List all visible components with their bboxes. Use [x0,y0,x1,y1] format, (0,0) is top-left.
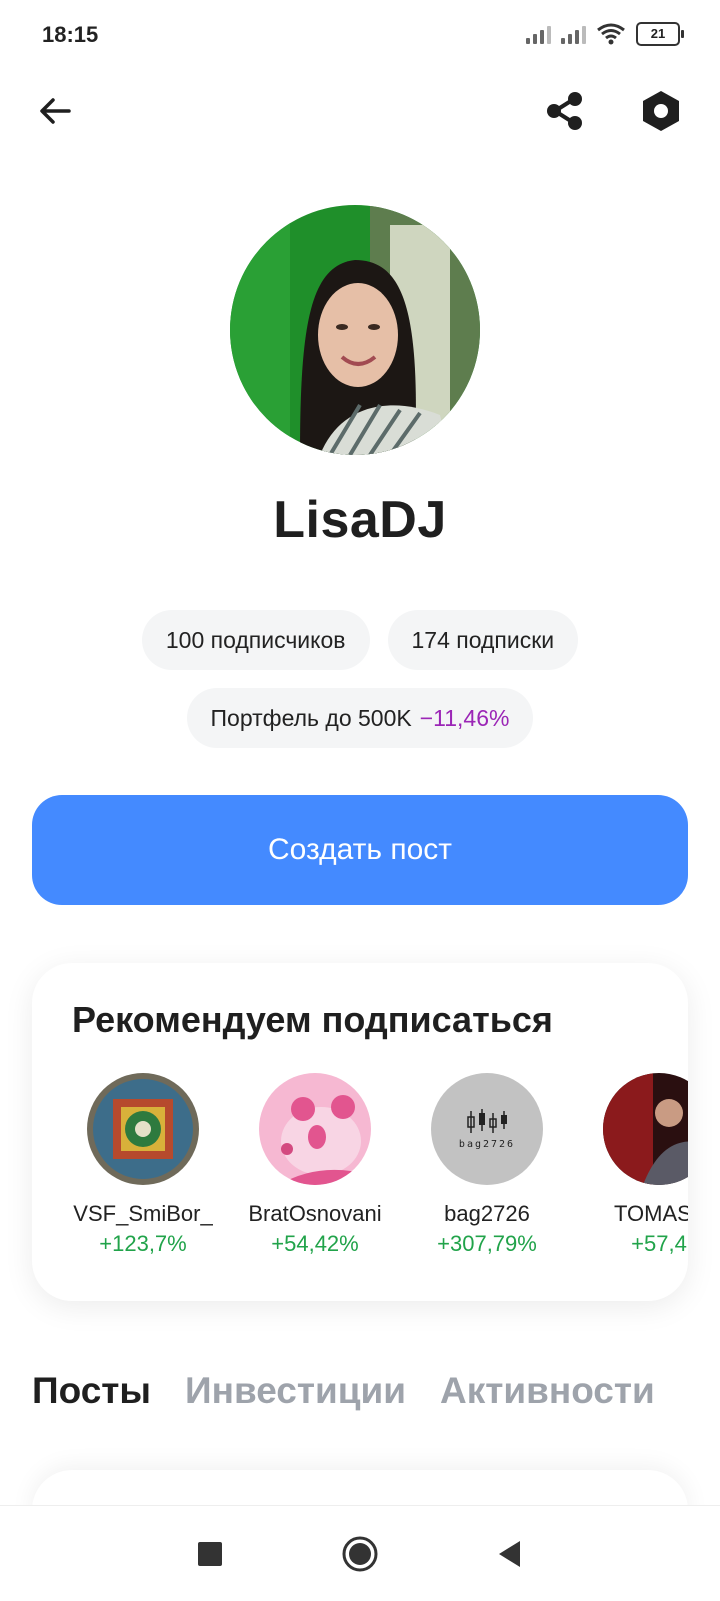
share-icon [547,92,582,130]
mandala-avatar [87,1073,199,1185]
recommend-avatar: bag2726 [431,1073,543,1185]
settings-button[interactable] [636,86,686,136]
tab-posts[interactable]: Посты [32,1370,151,1412]
portfolio-label: Портфель до 500K [210,704,412,731]
recommend-avatar [603,1073,688,1185]
status-time: 18:15 [42,22,99,47]
recommend-title: Рекомендуем подписаться [72,999,553,1040]
portfolio-chip[interactable]: Портфель до 500K −11,46% [186,688,534,748]
system-nav-bar [0,1505,720,1601]
profile-tabs: Посты Инвестиции Активности [32,1370,655,1412]
recommend-item[interactable]: BratOsnovani +54,42% [240,1073,390,1257]
following-chip[interactable]: 174 подписки [387,610,579,670]
recommend-gain: +57,4 [631,1231,687,1256]
recommend-avatar [87,1073,199,1185]
followers-chip[interactable]: 100 подписчиков [141,610,370,670]
recommend-name: BratOsnovani [248,1201,382,1226]
recommend-name: VSF_SmiBor_ [73,1201,213,1226]
recommend-name: TOMAS_ [613,1201,688,1226]
system-back-button[interactable] [490,1534,530,1574]
person-avatar [603,1073,688,1185]
profile-avatar[interactable] [230,205,480,455]
tab-activities[interactable]: Активности [440,1370,655,1412]
recommend-avatar [259,1073,371,1185]
share-button[interactable] [540,86,590,136]
recommend-item[interactable]: bag2726 bag2726 +307,79% [412,1073,562,1257]
profile-stats: 100 подписчиков 174 подписки [0,610,720,670]
portfolio-change: −11,46% [419,704,510,731]
signal-icon [561,24,586,44]
recommend-card: Рекомендуем подписаться VSF_SmiBor_ +123… [32,963,688,1301]
recommend-name: bag2726 [444,1201,530,1226]
recents-button[interactable] [190,1534,230,1574]
recommend-gain: +123,7% [99,1231,187,1256]
recommend-item[interactable]: TOMAS_ +57,4 [584,1073,688,1257]
wifi-icon [597,23,625,45]
candlestick-icon [467,1108,507,1133]
back-button[interactable] [30,86,80,136]
recommend-gain: +307,79% [437,1231,537,1256]
portfolio-row: Портфель до 500K −11,46% [0,688,720,748]
battery-icon: 21 [636,22,684,46]
tab-investments[interactable]: Инвестиции [185,1370,406,1412]
create-post-button[interactable]: Создать пост [32,795,688,905]
recommend-list: VSF_SmiBor_ +123,7% BratOsnovani +54,42% [32,1073,688,1273]
recommend-avatar-text: bag2726 [458,1138,516,1150]
back-arrow-icon [40,98,71,124]
panda-avatar [259,1073,371,1185]
home-circle-icon [342,1536,378,1572]
square-icon [198,1542,222,1566]
signal-icon [526,24,551,44]
recommend-item[interactable]: VSF_SmiBor_ +123,7% [68,1073,218,1257]
profile-photo [230,205,480,455]
profile-username: LisaDJ [273,491,447,549]
settings-icon [643,91,679,131]
status-icons: 21 [526,22,684,46]
recommend-gain: +54,42% [271,1231,359,1256]
top-bar [0,80,720,140]
triangle-back-icon [499,1541,520,1567]
home-button[interactable] [340,1534,380,1574]
status-bar: 18:15 21 [0,0,720,70]
